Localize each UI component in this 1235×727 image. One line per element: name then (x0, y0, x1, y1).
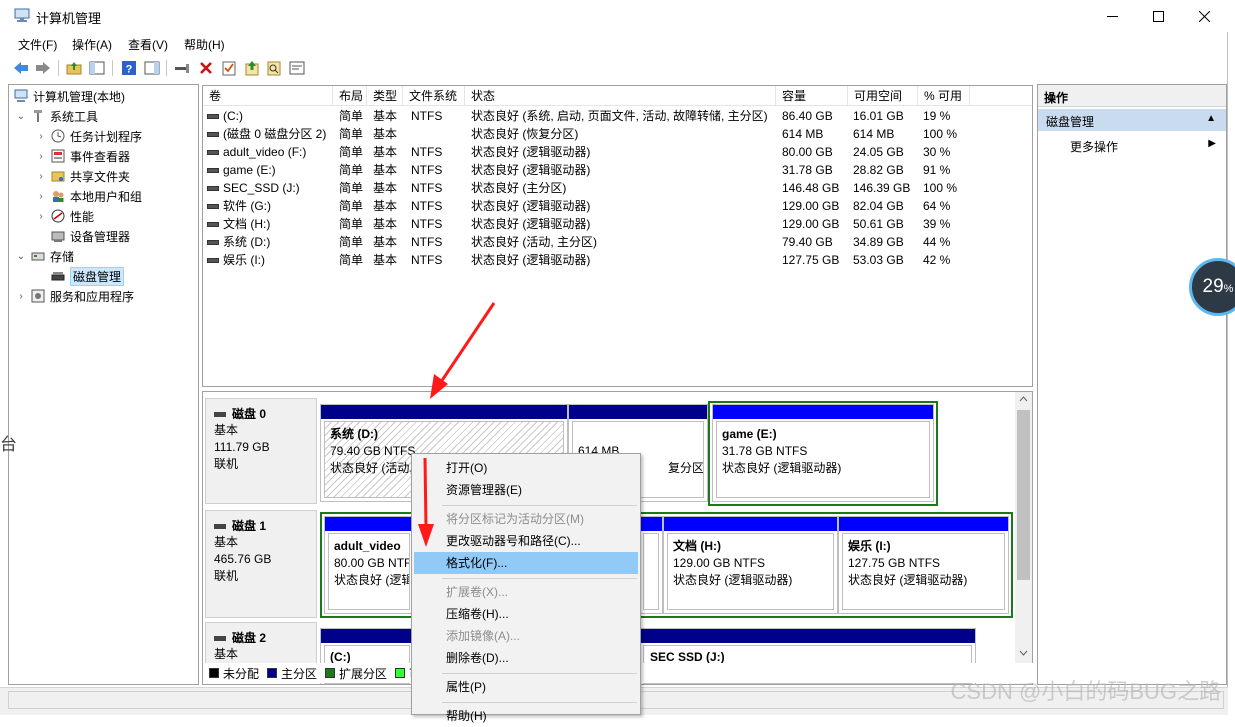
gauge-value: 29 (1202, 276, 1224, 297)
background-window-edge-text: 台 (0, 435, 17, 454)
annotation-arrows (418, 302, 496, 547)
red-arrow-annotation (430, 302, 496, 399)
computer-management-window: 计算机管理 文件(F) 操作(A) 查看(V) 帮助(H) ? 计算机管理(本地… (0, 0, 1228, 723)
red-arrow-annotation (418, 457, 434, 547)
gauge-unit: % (1223, 283, 1234, 295)
watermark: CSDN @小白的码BUG之路 (950, 679, 1221, 704)
